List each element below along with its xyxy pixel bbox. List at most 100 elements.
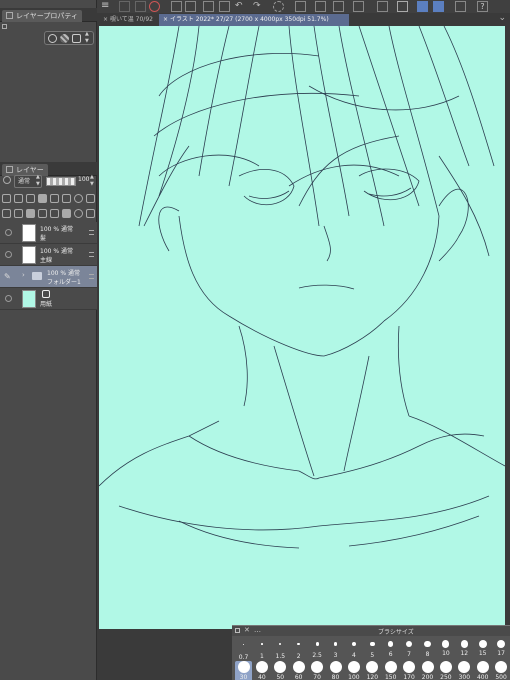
brush-size-option[interactable]: 2 (290, 640, 307, 661)
deselect-icon[interactable] (333, 1, 344, 12)
print-icon[interactable] (219, 1, 230, 12)
mask-icon[interactable] (62, 193, 71, 203)
stepper-icon[interactable] (36, 174, 43, 188)
brush-size-option[interactable]: 80 (327, 661, 344, 680)
palette-color-icon[interactable] (86, 193, 95, 203)
brush-size-option[interactable]: 500 (493, 661, 510, 680)
brush-size-option[interactable]: 1 (253, 640, 270, 661)
brush-size-option[interactable]: 70 (309, 661, 326, 680)
layer-row-selected[interactable]: ✎ › 100 % 通常 フォルダー1 (0, 266, 97, 288)
chevron-right-icon[interactable]: › (22, 271, 25, 279)
close-icon[interactable]: ✕ (244, 626, 250, 634)
save-icon[interactable] (171, 1, 182, 12)
select-all-icon[interactable] (353, 1, 364, 12)
brush-size-label: 80 (331, 674, 340, 680)
trash-icon[interactable] (86, 208, 95, 218)
brush-size-option[interactable]: 12 (456, 640, 473, 658)
brush-size-option[interactable]: 7 (401, 640, 418, 659)
visibility-icon[interactable] (5, 251, 12, 258)
brush-size-label: 120 (366, 674, 379, 680)
clip-icon[interactable] (2, 193, 11, 203)
brush-size-option[interactable]: 120 (364, 661, 381, 680)
merge-down-icon[interactable] (50, 208, 59, 218)
tab-layer-property[interactable]: レイヤープロパティ (2, 10, 82, 22)
brush-size-option[interactable]: 6 (382, 640, 399, 659)
brush-tool-icon[interactable] (433, 1, 444, 12)
brush-size-option[interactable]: 0.7 (235, 640, 252, 662)
brush-size-option[interactable]: 100 (345, 661, 362, 680)
layer-mask-icon[interactable] (62, 208, 71, 218)
selection-icon[interactable] (377, 1, 388, 12)
ruler-icon[interactable] (74, 193, 83, 203)
brush-size-option[interactable]: 30 (235, 661, 252, 680)
export-icon[interactable] (203, 1, 214, 12)
tab-document-2[interactable]: × イラスト 2022* 27/27 (2700 x 4000px 350dpi… (159, 14, 349, 26)
lock-icon[interactable] (38, 193, 47, 203)
pin-icon[interactable] (2, 24, 7, 29)
circle-icon[interactable] (48, 34, 57, 43)
drag-handle-icon[interactable] (89, 230, 94, 235)
redo-icon[interactable]: ↷ (253, 1, 264, 12)
transform-icon[interactable] (315, 1, 326, 12)
brush-size-option[interactable]: 250 (437, 661, 454, 680)
brush-size-option[interactable]: 15 (474, 639, 491, 658)
apply-mask-icon[interactable] (74, 208, 83, 218)
layer-row[interactable]: 100 % 通常 主線 (0, 244, 97, 266)
transfer-down-icon[interactable] (38, 208, 47, 218)
drag-handle-icon[interactable] (89, 274, 94, 279)
brush-size-option[interactable]: 60 (290, 661, 307, 680)
brush-size-option[interactable]: 400 (474, 661, 491, 680)
brush-size-option[interactable]: 8 (419, 640, 436, 659)
spinner-icon[interactable] (273, 1, 284, 12)
opacity-slider[interactable] (46, 177, 76, 186)
brush-size-option[interactable]: 50 (272, 661, 289, 680)
brush-size-option[interactable]: 1.5 (272, 640, 289, 661)
layer-color-setting[interactable] (44, 31, 94, 45)
checkbox-icon[interactable] (397, 1, 408, 12)
more-icon[interactable]: … (254, 626, 261, 634)
brush-size-option[interactable]: 150 (382, 661, 399, 680)
tab-document-1[interactable]: × 覗いて温 70/92 (99, 14, 157, 26)
layer-row[interactable]: 100 % 通常 髪 (0, 222, 97, 244)
clear-icon[interactable] (295, 1, 306, 12)
pin-icon[interactable] (235, 628, 240, 633)
pen-tool-icon[interactable] (417, 1, 428, 12)
brush-size-option[interactable]: 3 (327, 640, 344, 660)
undo-icon[interactable]: ↶ (235, 1, 246, 12)
new-folder-icon[interactable] (26, 208, 35, 218)
brush-size-option[interactable]: 5 (364, 640, 381, 660)
open-icon[interactable] (135, 1, 146, 12)
reference-icon[interactable] (14, 193, 23, 203)
menu-icon[interactable]: ≡ (101, 1, 112, 12)
new-raster-layer-icon[interactable] (2, 208, 11, 218)
vertical-scrollbar[interactable] (505, 26, 510, 629)
brush-size-option[interactable]: 17 (493, 639, 510, 658)
brush-size-option[interactable]: 4 (345, 640, 362, 660)
record-icon[interactable] (149, 1, 160, 12)
new-icon[interactable] (119, 1, 130, 12)
stepper-icon[interactable] (85, 31, 92, 45)
brush-size-option[interactable]: 300 (456, 661, 473, 680)
drawing-canvas[interactable] (99, 26, 505, 629)
lock-alpha-icon[interactable] (50, 193, 59, 203)
help-icon[interactable]: ? (477, 1, 488, 12)
layer-row[interactable]: 用紙 (0, 288, 97, 310)
brush-size-option[interactable]: 200 (419, 661, 436, 680)
brush-size-option[interactable]: 40 (253, 661, 270, 680)
visibility-icon[interactable] (5, 229, 12, 236)
brush-size-option[interactable]: 10 (437, 640, 454, 658)
close-icon[interactable] (6, 166, 13, 173)
square-icon[interactable] (72, 34, 81, 43)
brush-size-option[interactable]: 170 (401, 661, 418, 680)
close-icon[interactable] (6, 12, 13, 19)
new-vector-layer-icon[interactable] (14, 208, 23, 218)
draft-icon[interactable] (26, 193, 35, 203)
brush-size-option[interactable]: 2.5 (309, 640, 326, 660)
folder-icon[interactable] (185, 1, 196, 12)
visibility-icon[interactable] (5, 295, 12, 302)
drag-handle-icon[interactable] (89, 252, 94, 257)
stepper-icon[interactable] (90, 174, 97, 188)
phone-icon[interactable] (455, 1, 466, 12)
checker-icon[interactable] (60, 34, 69, 43)
chevron-down-icon[interactable]: ⌄ (498, 13, 506, 23)
